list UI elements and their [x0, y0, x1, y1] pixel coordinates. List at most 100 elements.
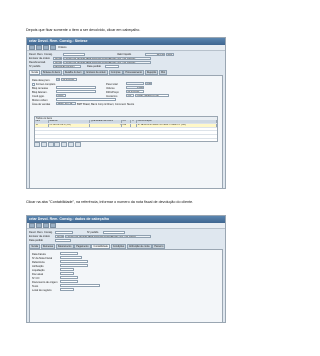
invoice-date-label: Data Fatura: [32, 252, 46, 256]
co-number-label: Nº CO: [32, 276, 40, 280]
invoice-number-label: Nº da Nota Fiscal: [32, 256, 53, 260]
caption-2: Clicar na aba "Contabilidade", na referê…: [26, 200, 194, 204]
settlement-field[interactable]: [60, 268, 74, 271]
delivery-block-field[interactable]: [56, 86, 96, 89]
ship-to-name: HOSPITAL NOSSA SENHORA DA CONCEICAO S.A.…: [63, 60, 151, 64]
deselect-icon[interactable]: [61, 141, 68, 147]
sold-to-field[interactable]: 10142: [55, 234, 64, 238]
assignment-label: Atribuição: [32, 264, 44, 268]
payment-terms-label: Cond.pgto.: [32, 94, 45, 98]
billing-block-field[interactable]: [56, 90, 96, 93]
item-icon[interactable]: [43, 223, 49, 228]
payment-terms-field[interactable]: D030: [56, 94, 66, 97]
doc-type-label: Devol. Rem. Consig.: [29, 231, 53, 234]
delivery-date-label: Data desej.rem.: [32, 78, 51, 82]
doc-number-field[interactable]: [63, 52, 85, 56]
reference-label: Referência: [32, 260, 45, 264]
col-description[interactable]: Denominação: [137, 119, 217, 123]
sales-area-label: Área de vendas: [32, 102, 51, 106]
sap-window-1: criar Devol. Rem. Consig.: Síntese Orden…: [26, 37, 226, 189]
total-weight-label: Peso total: [106, 82, 118, 86]
incoterms-field[interactable]: CIF: [126, 94, 134, 97]
complete-delivery-checkbox[interactable]: [32, 82, 35, 86]
invoice-number-field[interactable]: [60, 256, 82, 259]
assignment-field[interactable]: [60, 264, 88, 267]
sold-to-field[interactable]: 10142: [53, 56, 62, 60]
currency-field: BRL: [166, 52, 174, 56]
order-reason-label: Motivo ordem: [32, 98, 48, 102]
co-number-field[interactable]: [60, 276, 78, 279]
window-title: criar Devol. Rem. Consig.: dados de cabe…: [27, 216, 225, 223]
billing-block-label: Bloq.faturam.: [32, 90, 48, 94]
caption-1: Depois que ficar somente o item a ser de…: [26, 28, 141, 32]
sort-icon[interactable]: [67, 141, 74, 147]
ship-to-label: Recebmercad.: [29, 61, 46, 64]
settlement-label: Liquidação: [32, 268, 45, 272]
sales-area-field: 1000 / 10 / 10: [56, 102, 76, 105]
net-value-field: 225,56: [145, 52, 165, 56]
items-table: Todos os itens Item Material Quantidade …: [34, 115, 218, 142]
table-header: Item Material Quantidade da ordem UN S D…: [35, 119, 217, 123]
select-all-icon[interactable]: [54, 141, 61, 147]
sales-tab-panel: Data desej.rem. D 04.04.2011 Fornec.comp…: [29, 74, 223, 188]
business-place-field[interactable]: [60, 288, 74, 291]
orders-button[interactable]: Ordens: [58, 46, 67, 49]
incoterms-text-field[interactable]: Custo, Seguro e Fret: [135, 94, 169, 97]
po-number-label: Nº pedido: [29, 65, 41, 68]
order-number-field[interactable]: [103, 230, 125, 234]
origin-doc-label: Documento de origem: [32, 280, 58, 284]
volume-field: 0,000: [126, 86, 144, 89]
business-place-label: Local de negócio: [32, 288, 52, 292]
text-label: Texto: [32, 284, 39, 288]
ship-to-field[interactable]: 10142: [53, 60, 62, 64]
reference-input[interactable]: [60, 260, 88, 263]
doc-type-label: Devol. Rem. Consig.: [29, 53, 53, 56]
pricing-date-field[interactable]: 04.04.2011: [126, 90, 144, 93]
current-doc-field[interactable]: [60, 272, 74, 275]
add-row-icon[interactable]: [40, 141, 47, 147]
sap-window-2: criar Devol. Rem. Consig.: dados de cabe…: [26, 215, 226, 323]
col-quantity[interactable]: Quantidade da ordem: [90, 119, 122, 123]
pricing-date-label: DtFixPreço: [106, 90, 119, 94]
po-date-label: Data pedido: [87, 65, 101, 68]
order-date-label: Data pedido: [29, 239, 43, 242]
total-weight-field: [126, 82, 144, 85]
volume-label: Volume: [106, 86, 115, 90]
delivery-block-label: Bloq.remessa: [32, 86, 48, 90]
col-unit[interactable]: UN: [122, 119, 132, 123]
order-icon[interactable]: [50, 223, 56, 228]
order-reason-field[interactable]: [56, 98, 116, 101]
delete-row-icon[interactable]: [47, 141, 54, 147]
accounting-tab-panel: Data Fatura Nº da Nota Fiscal Referência…: [29, 248, 223, 322]
window-title: criar Devol. Rem. Consig.: Síntese: [27, 38, 225, 45]
origin-doc-field[interactable]: [60, 280, 78, 283]
table-toolbar: [34, 141, 81, 147]
po-date-field[interactable]: [105, 64, 119, 68]
sold-to-label: Emissor da ordem: [29, 235, 51, 238]
sold-to-name: HOSPITAL NOSSA SENHORA DA CONCEICAO S.A.…: [65, 234, 151, 238]
sold-to-label: Emissor da ordem: [29, 57, 51, 60]
header-icon[interactable]: [36, 223, 42, 228]
complete-delivery-label: Fornec.completo: [36, 82, 56, 86]
doc-number-field[interactable]: [55, 230, 73, 234]
sales-area-text: BMT Brasil, Bamt Corp & Direct, Commerc …: [77, 102, 135, 106]
delivery-date-field[interactable]: 04.04.2011: [61, 78, 77, 81]
invoice-date-field[interactable]: [60, 252, 78, 255]
col-material[interactable]: Material: [49, 119, 91, 123]
display-icon[interactable]: [29, 45, 35, 50]
current-doc-label: Doc.atual: [32, 272, 43, 276]
po-number-field[interactable]: devolução consign: [53, 64, 81, 68]
delivery-date-type[interactable]: D: [56, 78, 60, 81]
weight-unit-field: KGM: [145, 82, 152, 85]
text-field[interactable]: [60, 284, 100, 287]
col-item[interactable]: Item: [35, 119, 49, 123]
header-icon[interactable]: [36, 45, 42, 50]
filter-icon[interactable]: [74, 141, 81, 147]
display-icon[interactable]: [29, 223, 35, 228]
item-icon[interactable]: [43, 45, 49, 50]
table-row[interactable]: 10 3.3.DE.DE.DE.5 (120) 1 UNI STYA MONOF…: [35, 122, 217, 127]
order-icon[interactable]: [50, 45, 56, 50]
order-date-field[interactable]: [55, 238, 71, 242]
details-icon[interactable]: [34, 141, 40, 147]
sold-to-name: HOSPITAL NOSSA SENHORA DA CONCEICAO S.A.…: [63, 56, 151, 60]
